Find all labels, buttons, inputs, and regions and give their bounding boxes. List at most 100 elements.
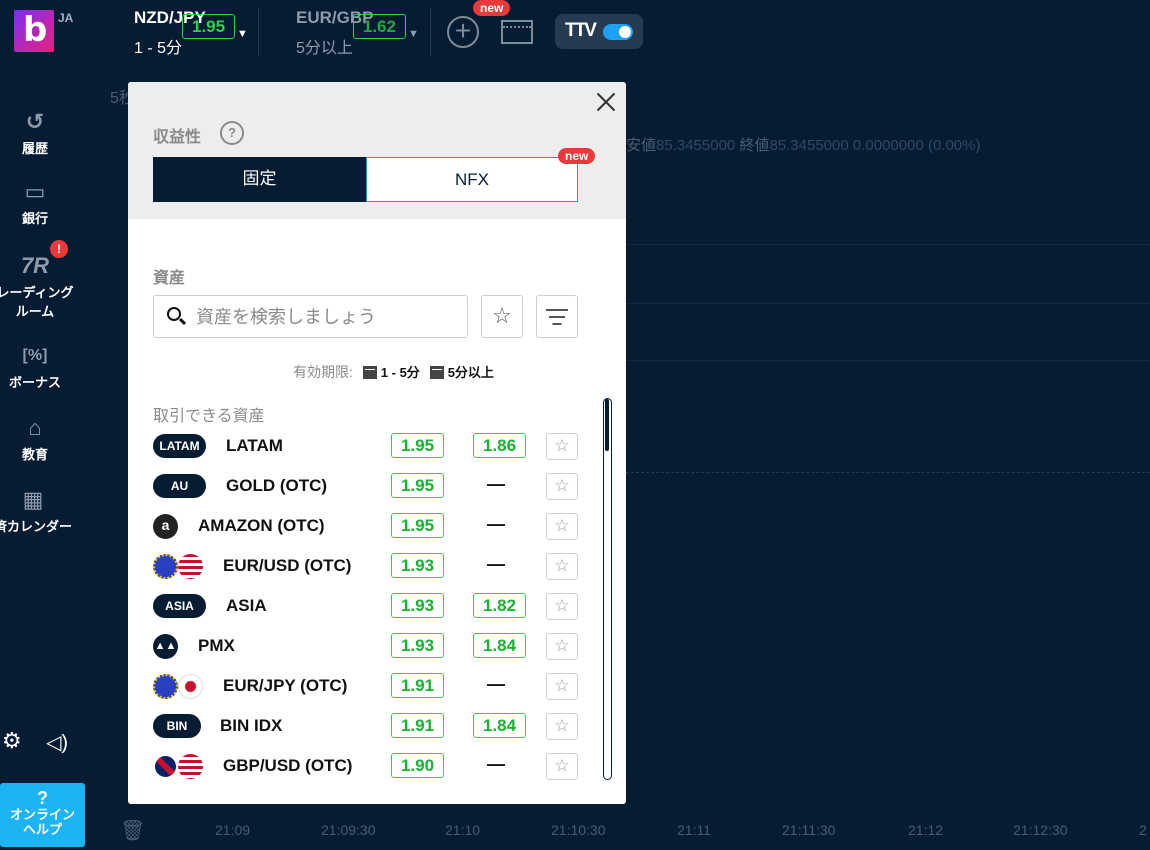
- gear-icon[interactable]: ⚙: [2, 728, 22, 754]
- star-icon[interactable]: ☆: [546, 633, 578, 660]
- short-expiry-icon: [362, 366, 377, 379]
- asset-tab-nzdjpy[interactable]: NZD/JPY 1 - 5分 1.95 ▼: [134, 8, 248, 58]
- asset-name: AMAZON (OTC): [198, 516, 325, 535]
- asia-icon: ASIA: [153, 594, 206, 618]
- payout-short: 1.95: [391, 513, 444, 538]
- chevron-down-icon[interactable]: ▼: [408, 28, 419, 40]
- brand-logo[interactable]: b: [14, 10, 54, 52]
- favorites-filter-button[interactable]: ☆: [481, 295, 523, 338]
- history-icon: ↺: [25, 109, 45, 134]
- jp-flag-icon: [178, 674, 203, 699]
- asset-name: GOLD (OTC): [226, 476, 328, 495]
- list-item[interactable]: ASIA ASIA 1.93 1.82 ☆: [153, 587, 583, 627]
- list-item[interactable]: EUR/USD (OTC) 1.93 — ☆: [153, 547, 583, 587]
- star-icon[interactable]: ☆: [546, 673, 578, 700]
- sidebar-item-history[interactable]: ↺ 履歴: [0, 110, 70, 157]
- assets-label: 資産: [153, 270, 186, 287]
- close-icon[interactable]: [594, 90, 618, 114]
- language-selector[interactable]: JA: [58, 11, 73, 25]
- uk-flag-icon: [153, 754, 178, 779]
- eu-flag-icon: [153, 674, 178, 699]
- asset-tab-eurgbp[interactable]: EUR/GBP 5分以上 1.62 ▼: [296, 8, 419, 58]
- list-item[interactable]: GBP/USD (OTC) 1.90 — ☆: [153, 747, 583, 787]
- alert-badge: !: [50, 240, 68, 258]
- payout-long: —: [487, 674, 505, 694]
- sidebar-item-label: レーディング ルーム: [0, 285, 74, 319]
- pmx-icon: ▲▲: [153, 634, 178, 659]
- asset-tab-duration: 1 - 5分: [134, 40, 183, 57]
- star-icon[interactable]: ☆: [546, 433, 578, 460]
- scrollbar-thumb[interactable]: [605, 399, 609, 451]
- scrollbar[interactable]: [603, 398, 612, 780]
- sidebar-item-label: 銀行: [21, 211, 48, 226]
- bonus-icon: [%]: [22, 347, 48, 364]
- long-expiry-icon: [429, 366, 444, 379]
- sound-icon[interactable]: ◁): [46, 730, 68, 755]
- online-help-button[interactable]: ? オンライン ヘルプ: [0, 783, 85, 847]
- asset-tab-payout: 1.62: [352, 14, 406, 39]
- payout-short: 1.93: [391, 633, 444, 658]
- sidebar-item-bonus[interactable]: [%] ボーナス: [0, 344, 70, 391]
- asset-selection-panel: 収益性 ? 固定 NFX new 資産 ☆ 有効期限: 1 - 5分 5分以上 …: [128, 82, 626, 804]
- sidebar-item-label: ボーナス: [8, 375, 61, 390]
- star-icon[interactable]: ☆: [546, 473, 578, 500]
- tradingview-toggle[interactable]: TTV: [555, 14, 643, 49]
- star-icon[interactable]: ☆: [546, 553, 578, 580]
- payout-short: 1.95: [391, 473, 444, 498]
- trading-room-icon: 7R: [20, 253, 50, 278]
- layout-icon[interactable]: [501, 20, 533, 44]
- list-item[interactable]: AU GOLD (OTC) 1.95 — ☆: [153, 467, 583, 507]
- list-item[interactable]: BIN BIN IDX 1.91 1.84 ☆: [153, 707, 583, 747]
- asset-tab-duration: 5分以上: [296, 40, 353, 57]
- list-item[interactable]: EUR/JPY (OTC) 1.91 — ☆: [153, 667, 583, 707]
- add-asset-icon[interactable]: +: [447, 16, 479, 48]
- help-icon: ?: [37, 788, 48, 808]
- payout-long: —: [487, 754, 505, 774]
- star-icon[interactable]: ☆: [546, 753, 578, 780]
- sidebar-item-education[interactable]: ⌂ 教育: [0, 416, 70, 463]
- search-box: [153, 295, 468, 338]
- chevron-down-icon[interactable]: ▼: [237, 28, 248, 40]
- payout-long: 1.82: [473, 593, 526, 618]
- star-icon[interactable]: ☆: [546, 713, 578, 740]
- latam-icon: LATAM: [153, 434, 206, 458]
- payout-short: 1.90: [391, 753, 444, 778]
- payout-long: 1.84: [473, 633, 526, 658]
- asset-name: PMX: [198, 636, 235, 655]
- filter-button[interactable]: [536, 295, 578, 338]
- price-line: [626, 472, 1150, 473]
- new-badge: new: [558, 148, 596, 164]
- sidebar-item-calendar[interactable]: ▦ 済カレンダー: [0, 488, 78, 535]
- trash-icon[interactable]: 🗑: [120, 818, 145, 843]
- list-item[interactable]: ▲▲ PMX 1.93 1.84 ☆: [153, 627, 583, 667]
- top-bar: b JA NZD/JPY 1 - 5分 1.95 ▼ EUR/GBP 5分以上 …: [0, 0, 1150, 64]
- info-icon[interactable]: ?: [220, 121, 244, 145]
- sidebar-item-bank[interactable]: ▭ 銀行: [0, 180, 70, 227]
- search-input[interactable]: [196, 304, 456, 330]
- x-tick-label: 21:11: [677, 822, 711, 838]
- available-assets-label: 取引できる資産: [153, 408, 265, 425]
- payout-long: 1.86: [473, 433, 526, 458]
- asset-name: BIN IDX: [220, 716, 283, 735]
- x-tick-label: 21:09:30: [321, 822, 376, 838]
- us-flag-icon: [178, 554, 203, 579]
- x-tick-label: 21:10: [445, 822, 481, 838]
- tab-nfx[interactable]: NFX: [366, 157, 578, 202]
- wallet-icon: ▭: [24, 179, 46, 204]
- expiry-legend: 有効期限: 1 - 5分 5分以上: [293, 364, 494, 380]
- calendar-icon: ▦: [22, 487, 44, 512]
- list-item[interactable]: LATAM LATAM 1.95 1.86 ☆: [153, 427, 583, 467]
- tab-fixed[interactable]: 固定: [153, 157, 366, 202]
- star-icon[interactable]: ☆: [546, 513, 578, 540]
- us-flag-icon: [178, 754, 203, 779]
- list-item[interactable]: a AMAZON (OTC) 1.95 — ☆: [153, 507, 583, 547]
- education-icon: ⌂: [28, 415, 42, 440]
- star-icon[interactable]: ☆: [546, 593, 578, 620]
- x-tick-label: 21:11:30: [782, 822, 836, 838]
- toggle-switch[interactable]: [603, 24, 633, 40]
- asset-tab-payout: 1.95: [182, 14, 236, 39]
- payout-long: —: [487, 554, 505, 574]
- payout-short: 1.91: [391, 673, 444, 698]
- payout-short: 1.93: [391, 553, 444, 578]
- sidebar-item-trading-room[interactable]: 7R ! レーディング ルーム: [0, 240, 80, 320]
